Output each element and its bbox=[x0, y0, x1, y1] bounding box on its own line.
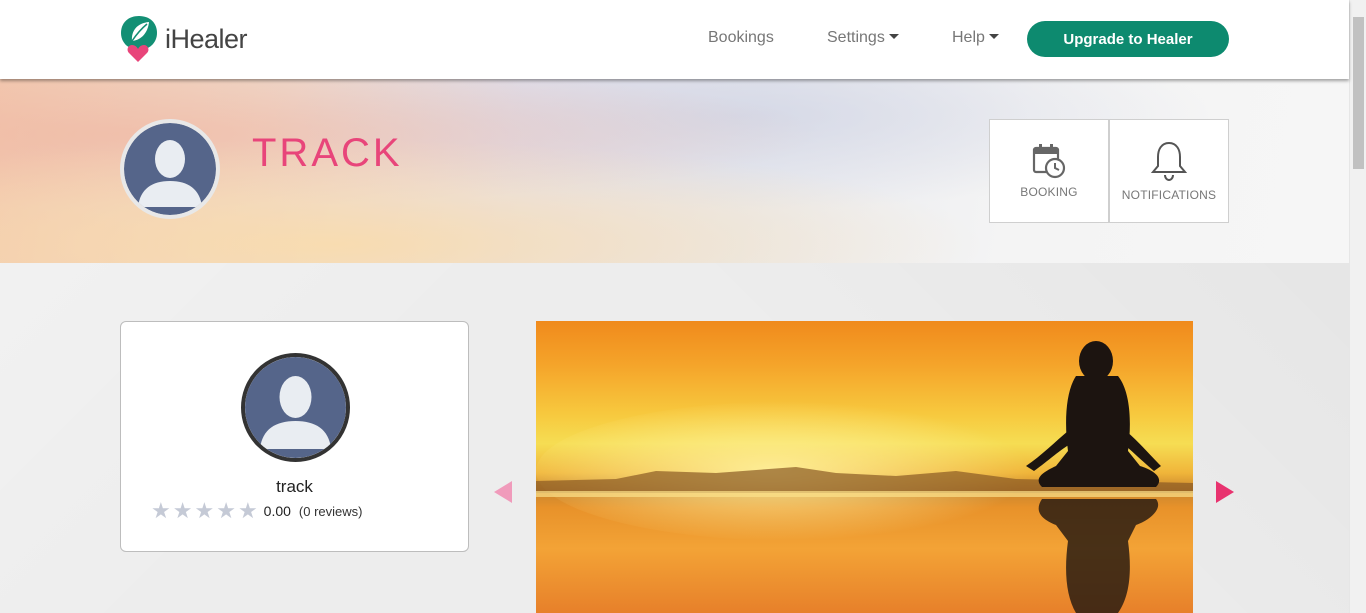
star-icon: ★ bbox=[237, 498, 258, 523]
default-user-avatar-icon bbox=[124, 123, 216, 215]
profile-card: track ★ ★ ★ ★ ★ 0.00 (0 reviews) bbox=[120, 321, 469, 552]
carousel-slide-image bbox=[536, 321, 1193, 613]
scrollbar-thumb[interactable] bbox=[1353, 17, 1364, 169]
profile-content: track ★ ★ ★ ★ ★ 0.00 (0 reviews) bbox=[0, 263, 1349, 613]
booking-tile-label: BOOKING bbox=[1020, 185, 1078, 199]
profile-name: track bbox=[276, 477, 313, 496]
bell-icon bbox=[1150, 141, 1188, 182]
meditation-sunset-photo bbox=[536, 341, 1193, 613]
review-count: (0 reviews) bbox=[298, 503, 363, 519]
profile-avatar[interactable] bbox=[241, 353, 350, 462]
notifications-tile-label: NOTIFICATIONS bbox=[1121, 188, 1217, 202]
nav-settings-dropdown[interactable]: Settings bbox=[827, 29, 899, 47]
star-icon: ★ bbox=[194, 498, 215, 523]
profile-banner: TRACK BOOKING NOTIFICATIONS bbox=[0, 79, 1349, 263]
profile-display-name: TRACK bbox=[252, 131, 403, 175]
logo-leaf-heart-icon bbox=[119, 14, 159, 64]
caret-down-icon bbox=[988, 34, 999, 39]
notifications-tile[interactable]: NOTIFICATIONS bbox=[1109, 119, 1229, 223]
upgrade-to-healer-button[interactable]: Upgrade to Healer bbox=[1027, 21, 1229, 57]
nav-settings-label: Settings bbox=[827, 29, 885, 46]
nav-help-label: Help bbox=[952, 29, 985, 46]
banner-avatar[interactable] bbox=[120, 119, 220, 219]
brand-name: iHealer bbox=[165, 23, 248, 54]
star-icon: ★ bbox=[151, 498, 171, 523]
star-icon: ★ bbox=[172, 498, 193, 523]
rating-row: ★ ★ ★ ★ ★ 0.00 (0 reviews) bbox=[151, 500, 363, 522]
default-user-avatar-icon bbox=[245, 357, 346, 458]
ihealer-logo[interactable]: iHealer bbox=[119, 14, 248, 64]
carousel-next-arrow-icon[interactable] bbox=[1216, 481, 1234, 503]
nav-help-dropdown[interactable]: Help bbox=[952, 29, 999, 47]
calendar-clock-icon bbox=[1032, 144, 1066, 179]
star-icon: ★ bbox=[216, 498, 236, 523]
nav-bookings-link[interactable]: Bookings bbox=[708, 29, 774, 47]
rating-value: 0.00 bbox=[263, 503, 291, 519]
top-navbar: iHealer Bookings Settings Help Upgrade t… bbox=[0, 0, 1349, 79]
caret-down-icon bbox=[888, 34, 899, 39]
booking-tile[interactable]: BOOKING bbox=[989, 119, 1109, 223]
carousel-prev-arrow-icon[interactable] bbox=[494, 481, 512, 503]
page-scrollbar[interactable] bbox=[1349, 0, 1366, 613]
